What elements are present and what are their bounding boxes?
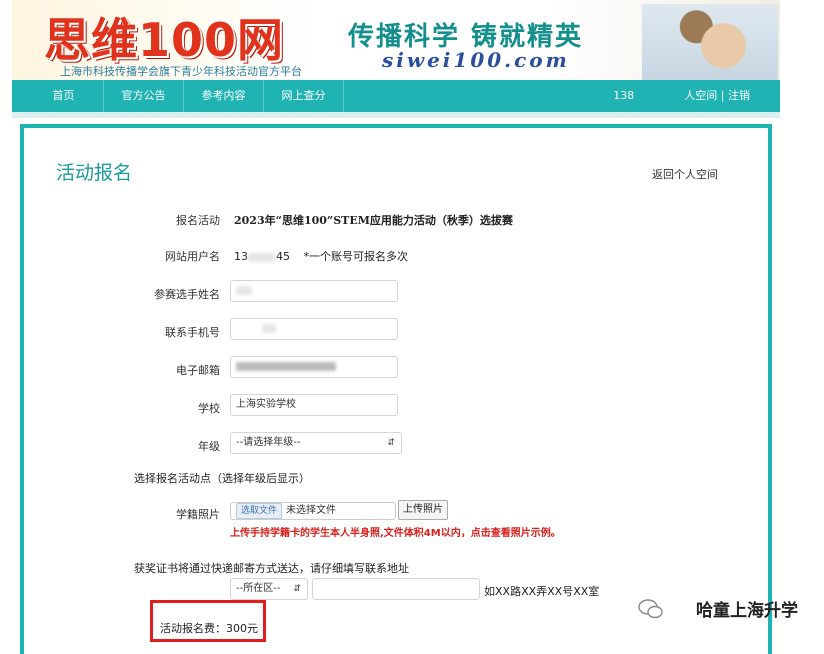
username-note: *一个账号可报名多次	[303, 250, 409, 263]
grade-select[interactable]: --请选择年级-- ⇵	[230, 432, 402, 454]
activity-value: 2023年“思维100”STEM应用能力活动（秋季）选拔赛	[234, 214, 513, 227]
school-input[interactable]: 上海实验学校	[230, 394, 398, 416]
masked-name	[236, 285, 252, 295]
nav-username: 138	[613, 89, 635, 102]
masked-email	[236, 361, 336, 371]
email-label: 电子邮箱	[176, 364, 220, 377]
site-logo[interactable]: 思维100网	[44, 4, 284, 70]
school-label: 学校	[198, 402, 220, 415]
name-input[interactable]	[230, 280, 398, 302]
photo-file-input[interactable]: 选取文件 未选择文件	[230, 502, 396, 520]
chevron-updown-icon: ⇵	[293, 584, 301, 594]
watermark-text: 哈童上海升学	[696, 601, 798, 621]
wechat-icon	[638, 599, 663, 619]
banner-photo	[642, 4, 778, 80]
address-hint: 如XX路XX弄XX号XX室	[484, 585, 600, 598]
nav-underline	[12, 112, 780, 118]
choose-file-button[interactable]: 选取文件	[236, 503, 283, 519]
venue-label: 选择报名活动点（选择年级后显示）	[134, 472, 310, 485]
nav-item-announcements[interactable]: 官方公告	[104, 80, 184, 112]
signup-panel: 活动报名 返回个人空间 报名活动 2023年“思维100”STEM应用能力活动（…	[20, 124, 772, 654]
nav-item-reference[interactable]: 参考内容	[184, 80, 264, 112]
grade-label: 年级	[198, 440, 220, 453]
address-input[interactable]	[312, 578, 480, 600]
nav-item-home[interactable]: 首页	[24, 80, 104, 112]
email-input[interactable]	[230, 356, 398, 378]
fee-highlight-box	[150, 600, 266, 642]
username-suffix: 45	[276, 250, 290, 263]
masked-username	[634, 91, 685, 101]
phone-input[interactable]	[230, 318, 398, 340]
grade-select-value: --请选择年级--	[236, 437, 301, 448]
district-select[interactable]: --所在区-- ⇵	[230, 578, 308, 600]
activity-label: 报名活动	[176, 214, 220, 227]
nav-item-scores[interactable]: 网上查分	[264, 80, 344, 112]
back-to-space-link[interactable]: 返回个人空间	[652, 166, 718, 182]
mail-label: 获奖证书将通过快递邮寄方式送达，请仔细填写联系地址	[134, 562, 409, 575]
photo-warning[interactable]: 上传手持学籍卡的学生本人半身照,文件体积4M以内，点击查看照片示例。	[230, 524, 561, 539]
masked-phone	[262, 323, 276, 333]
nav-separator: |	[720, 89, 725, 102]
username-prefix: 13	[234, 250, 248, 263]
nav-user-area: 138 人空间 | 注销	[613, 80, 750, 112]
site-subtitle: 上海市科技传播学会旗下青少年科技活动官方平台	[60, 65, 302, 78]
name-label: 参赛选手姓名	[154, 288, 220, 301]
photo-label: 学籍照片	[176, 508, 220, 521]
masked-username-digits	[248, 252, 276, 262]
main-nav: 首页 官方公告 参考内容 网上查分 138 人空间 | 注销	[12, 80, 780, 112]
nav-logout-link[interactable]: 注销	[728, 89, 750, 102]
username-label: 网站用户名	[165, 250, 220, 263]
site-banner: 思维100网 上海市科技传播学会旗下青少年科技活动官方平台 传播科学 铸就精英 …	[12, 0, 780, 80]
file-status: 未选择文件	[286, 505, 337, 516]
nav-user-space-link[interactable]: 人空间	[684, 89, 717, 102]
upload-photo-button[interactable]: 上传照片	[398, 500, 448, 520]
phone-label: 联系手机号	[165, 326, 220, 339]
district-select-value: --所在区--	[236, 583, 281, 594]
username-value: 13 45 *一个账号可报名多次	[234, 248, 408, 264]
page-title: 活动报名	[56, 162, 133, 184]
chevron-updown-icon: ⇵	[387, 438, 395, 448]
site-domain: siwei100.com	[382, 48, 570, 72]
